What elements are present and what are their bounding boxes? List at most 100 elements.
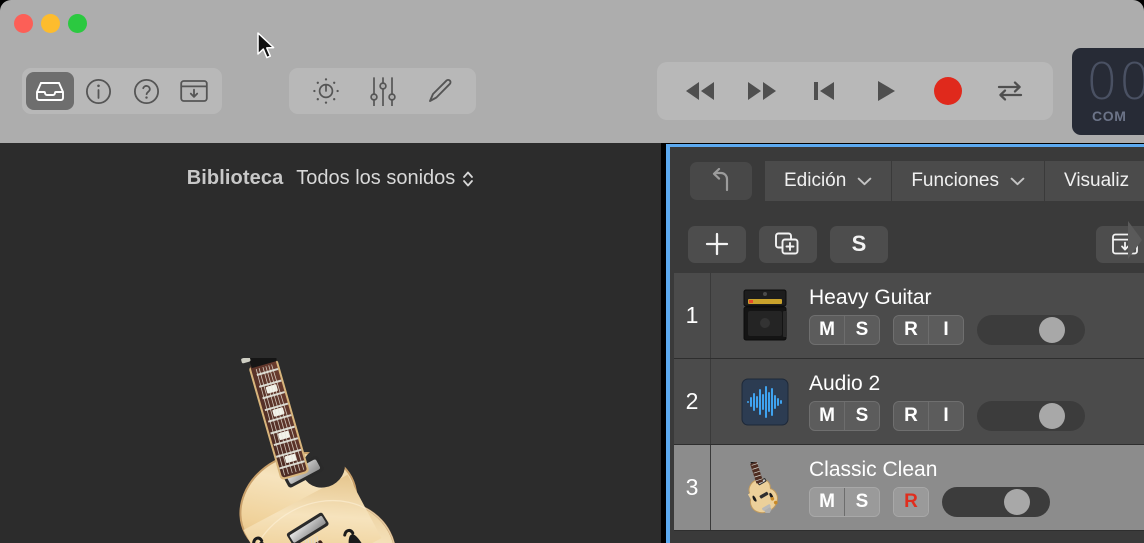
track-controls: M S R I xyxy=(809,315,1085,345)
smart-controls-button[interactable] xyxy=(297,70,354,112)
logic-pro-window: 00 COM Biblioteca Todos los sonidos Edic… xyxy=(0,0,1144,543)
track-name: Heavy Guitar xyxy=(809,286,932,309)
menu-item-funciones[interactable]: Funciones xyxy=(892,161,1045,201)
knob-sun-icon xyxy=(312,78,339,104)
solo-button[interactable]: S xyxy=(845,316,879,344)
sound-filter-select[interactable]: Todos los sonidos xyxy=(296,167,474,190)
amp-cabinet-icon xyxy=(743,289,787,340)
tracks-menubar: Edición Funciones Visualiz xyxy=(674,150,1144,212)
arrow-up-left-icon xyxy=(712,168,729,192)
cycle-button[interactable] xyxy=(979,68,1041,114)
tracks-panel: Edición Funciones Visualiz S 1 Heavy Gui… xyxy=(661,143,1144,543)
fast-forward-button[interactable] xyxy=(731,68,793,114)
track-body: Heavy Guitar M S R I xyxy=(711,273,1144,358)
chevron-updown-icon xyxy=(462,170,474,188)
menu-item-label: Edición xyxy=(784,170,847,191)
chevron-down-icon xyxy=(1010,177,1025,185)
record-icon xyxy=(934,77,962,105)
library-panel: Biblioteca Todos los sonidos xyxy=(0,143,661,543)
volume-slider[interactable] xyxy=(977,315,1085,345)
volume-slider[interactable] xyxy=(942,487,1050,517)
transport-group xyxy=(657,62,1053,120)
play-button[interactable] xyxy=(855,68,917,114)
editors-button[interactable] xyxy=(411,70,468,112)
track-icon[interactable] xyxy=(737,460,793,516)
info-button[interactable] xyxy=(74,72,122,110)
library-title: Biblioteca xyxy=(186,167,284,189)
rewind-button[interactable] xyxy=(669,68,731,114)
record-enable-button[interactable]: R xyxy=(894,488,928,516)
record-button[interactable] xyxy=(917,68,979,114)
window-toolbar: 00 COM xyxy=(0,0,1144,143)
table-row[interactable]: 1 Heavy Guitar M S R I xyxy=(674,273,1144,359)
input-monitor-button[interactable]: I xyxy=(929,316,963,344)
slider-knob[interactable] xyxy=(1039,403,1065,429)
go-to-beginning-button[interactable] xyxy=(793,68,855,114)
input-monitor-button[interactable]: I xyxy=(929,402,963,430)
record-enable-button[interactable]: R xyxy=(894,316,929,344)
slider-knob[interactable] xyxy=(1039,317,1065,343)
track-icon[interactable] xyxy=(737,288,793,344)
menu-item-label: Visualiz xyxy=(1064,170,1130,191)
mute-button[interactable]: M xyxy=(810,488,845,516)
sound-filter-value: Todos los sonidos xyxy=(296,167,456,189)
track-number: 3 xyxy=(674,445,711,530)
track-controls: M S R I xyxy=(809,401,1085,431)
minimize-window-button[interactable] xyxy=(41,14,60,33)
track-number: 2 xyxy=(674,359,711,444)
slider-knob[interactable] xyxy=(1004,489,1030,515)
track-info: Audio 2 M S R I xyxy=(809,372,1085,431)
track-body: Classic Clean M S R xyxy=(711,445,1144,530)
track-info: Classic Clean M S R xyxy=(809,458,1050,517)
table-row[interactable]: 3 Classic Clean M S R xyxy=(674,445,1144,531)
close-window-button[interactable] xyxy=(14,14,33,33)
table-row[interactable]: 2 Audio 2 M S R I xyxy=(674,359,1144,445)
plus-icon xyxy=(705,232,729,256)
track-icon[interactable] xyxy=(737,374,793,430)
add-track-button[interactable] xyxy=(688,225,746,263)
mute-button[interactable]: M xyxy=(810,316,845,344)
maximize-window-button[interactable] xyxy=(68,14,87,33)
track-list: 1 Heavy Guitar M S R I 2 Audio 2 M S R I… xyxy=(674,273,1144,543)
patch-artwork[interactable] xyxy=(180,320,480,543)
mute-button[interactable]: M xyxy=(810,402,845,430)
cycle-loop-icon xyxy=(997,81,1023,101)
rewind-icon xyxy=(686,82,714,100)
lcd-display[interactable]: 00 COM xyxy=(1072,48,1144,135)
navigate-up-button[interactable] xyxy=(690,162,752,200)
mouse-cursor xyxy=(257,32,275,59)
duplicate-track-button[interactable] xyxy=(759,225,817,263)
tracks-focus-area: Edición Funciones Visualiz S 1 Heavy Gui… xyxy=(666,144,1144,543)
archtop-guitar-icon xyxy=(747,461,778,513)
duplicate-track-icon xyxy=(775,232,799,255)
panel-resize-arrow[interactable] xyxy=(1128,217,1144,263)
pencil-icon xyxy=(428,79,451,102)
note-pad-button[interactable] xyxy=(170,72,218,110)
fast-forward-icon xyxy=(748,82,776,100)
track-name: Classic Clean xyxy=(809,458,938,481)
menu-item-visualizacion[interactable]: Visualiz xyxy=(1045,161,1144,201)
library-button[interactable] xyxy=(26,72,74,110)
solo-button[interactable]: S xyxy=(830,225,888,263)
solo-label: S xyxy=(851,231,867,256)
chevron-down-icon xyxy=(857,177,872,185)
record-group: R xyxy=(893,487,929,517)
library-tray-icon xyxy=(36,82,64,101)
menu-item-label: Funciones xyxy=(911,170,999,191)
volume-slider[interactable] xyxy=(977,401,1085,431)
solo-button[interactable]: S xyxy=(845,402,879,430)
lcd-label: COM xyxy=(1092,108,1127,124)
track-name: Audio 2 xyxy=(809,372,881,395)
record-enable-button[interactable]: R xyxy=(894,402,929,430)
track-toolbar: S xyxy=(674,215,1144,273)
library-header: Biblioteca Todos los sonidos xyxy=(0,167,661,190)
audio-waveform-icon xyxy=(741,378,789,425)
mute-solo-group: M S xyxy=(809,487,880,517)
window-download-icon xyxy=(180,80,208,102)
solo-button[interactable]: S xyxy=(845,488,879,516)
menu-item-edicion[interactable]: Edición xyxy=(765,161,893,201)
help-button[interactable] xyxy=(122,72,170,110)
mixer-button[interactable] xyxy=(354,70,411,112)
mute-solo-group: M S xyxy=(809,315,880,345)
mute-solo-group: M S xyxy=(809,401,880,431)
